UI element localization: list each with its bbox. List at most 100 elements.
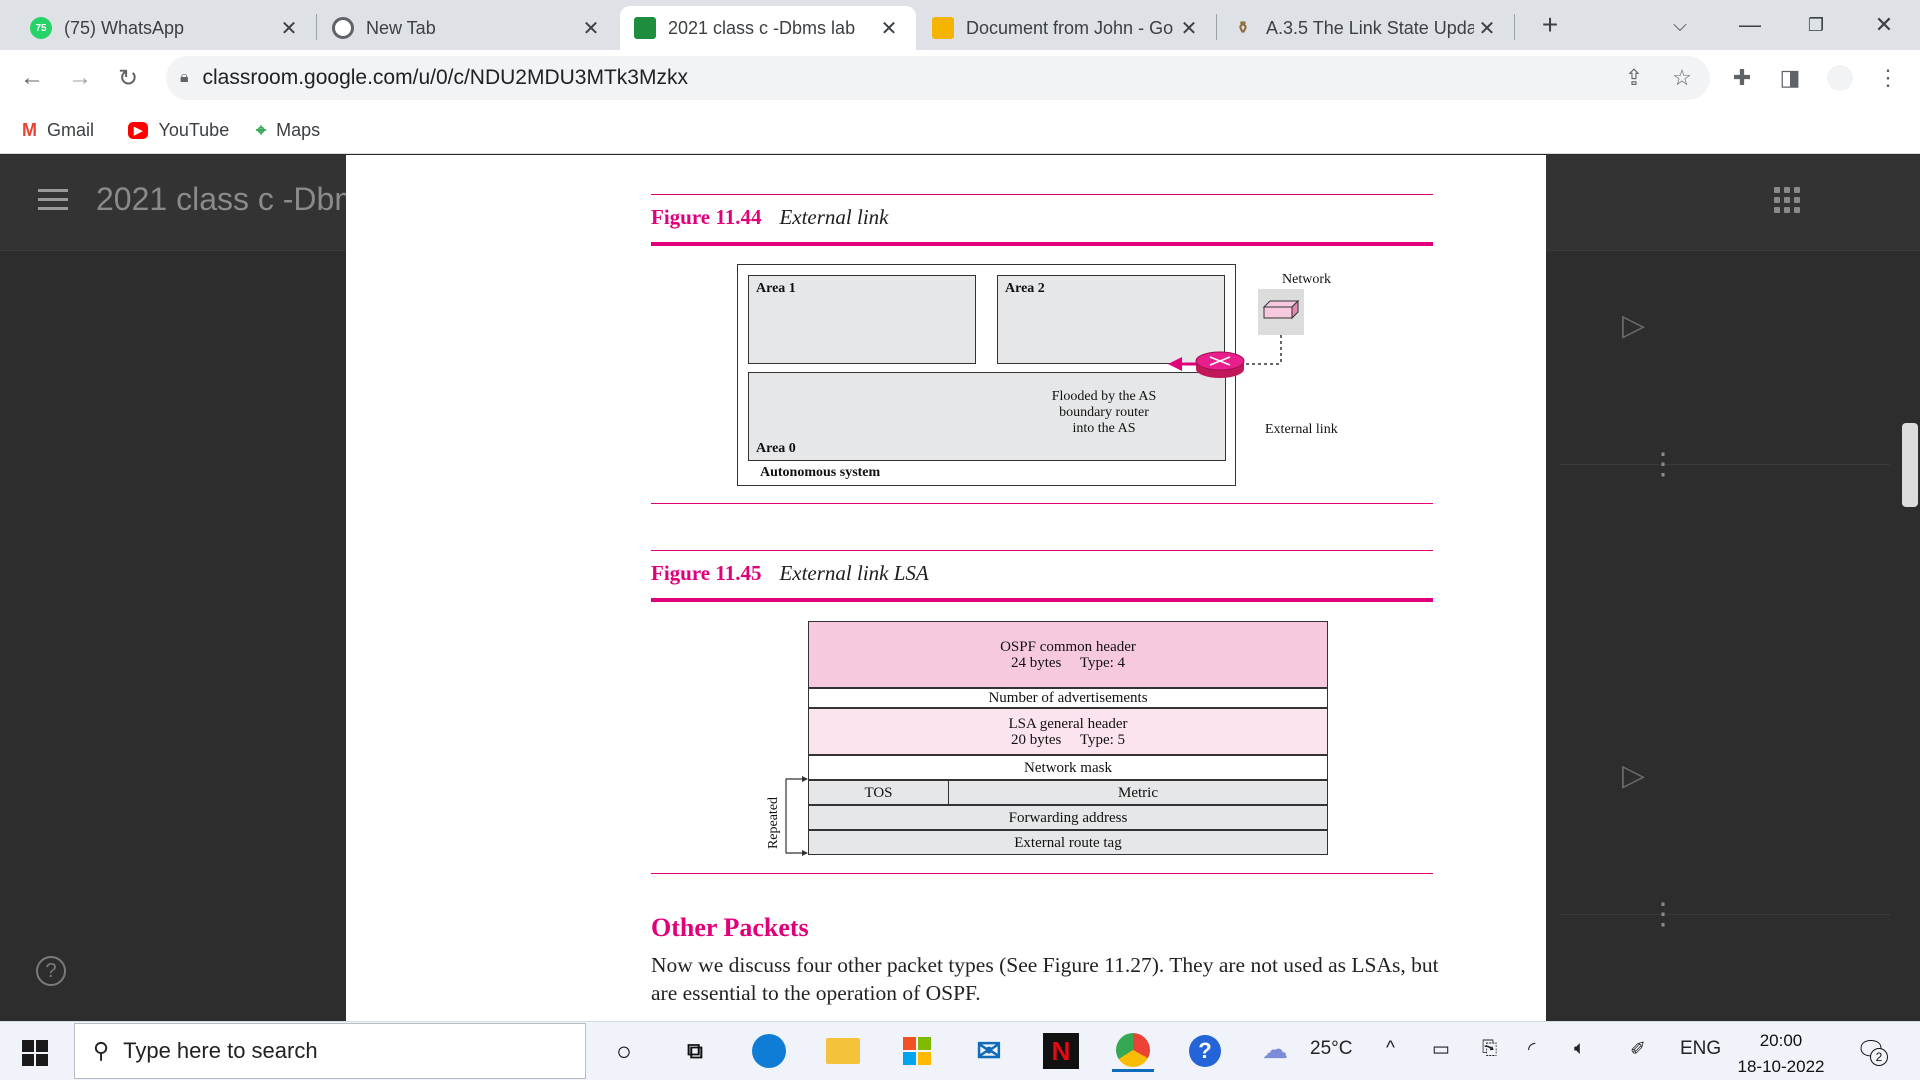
row-text: External route tag <box>1014 834 1122 851</box>
hamburger-menu-icon[interactable] <box>38 189 68 213</box>
bookmark-maps[interactable]: ⌖ Maps <box>256 116 320 144</box>
figure-caption: Figure 11.44 External link <box>651 205 889 230</box>
windows-taskbar: ⚲ Type here to search ○ ⧉ ✉ N ? ☁ 25°C ^… <box>0 1021 1920 1080</box>
tab-strip: 75 (75) WhatsApp ✕ New Tab ✕ 2021 class … <box>0 0 1920 50</box>
volume-icon[interactable]: 🔈︎ <box>1574 1038 1585 1060</box>
bookmark-youtube[interactable]: ▶ YouTube <box>128 116 229 144</box>
router-icon <box>1195 351 1245 378</box>
area-2-label: Area 2 <box>1005 281 1045 296</box>
reload-icon[interactable]: ↻ <box>110 60 146 96</box>
tos-cell: TOS <box>809 781 949 804</box>
gmail-icon: M <box>22 119 37 140</box>
notification-icon[interactable]: 🗨︎2 <box>1856 1036 1888 1066</box>
rule-line <box>651 503 1433 504</box>
flooded-line: into the AS <box>1072 421 1136 436</box>
notification-badge: 2 <box>1870 1048 1888 1066</box>
bookmark-star-icon[interactable]: ☆ <box>1664 60 1700 96</box>
lsa-route-tag: External route tag <box>808 830 1328 855</box>
send-icon[interactable]: ▷ <box>1622 758 1645 793</box>
tray-chevron-icon[interactable]: ^ <box>1386 1038 1395 1060</box>
close-icon[interactable]: ✕ <box>1474 16 1500 41</box>
extensions-icon[interactable]: ✚ <box>1724 60 1760 96</box>
back-arrow-icon[interactable]: ← <box>14 60 50 96</box>
lock-icon: 🔒︎ <box>180 69 189 86</box>
tab-search-icon[interactable]: ⌵ <box>1660 8 1700 42</box>
taskbar-search-box[interactable]: ⚲ Type here to search <box>74 1023 586 1079</box>
scrollbar-thumb[interactable] <box>1902 423 1918 507</box>
row-text: Metric <box>1118 784 1158 801</box>
clock[interactable]: 20:00 18-10-2022 <box>1726 1028 1836 1080</box>
task-view-icon[interactable]: ⧉ <box>674 1030 716 1072</box>
rule-line <box>651 873 1433 874</box>
row-text: OSPF common header <box>1000 638 1136 655</box>
row-text: Network mask <box>1024 759 1112 776</box>
bookmark-gmail[interactable]: M Gmail <box>22 116 94 144</box>
tab-new-tab[interactable]: New Tab ✕ <box>318 6 618 50</box>
tab-whatsapp[interactable]: 75 (75) WhatsApp ✕ <box>16 6 316 50</box>
address-bar[interactable]: 🔒︎ classroom.google.com/u/0/c/NDU2MDU3MT… <box>166 56 1710 100</box>
rule-line <box>651 550 1433 551</box>
tab-classroom[interactable]: 2021 class c -Dbms lab ✕ <box>620 6 916 50</box>
external-link-graphic <box>1168 289 1304 378</box>
tab-link-state[interactable]: ⚱ A.3.5 The Link State Upda ✕ <box>1218 6 1514 50</box>
flooded-line: boundary router <box>1059 405 1149 420</box>
meet-icon[interactable]: ⎘ <box>1482 1038 1497 1060</box>
section-heading: Other Packets <box>651 913 809 942</box>
kebab-menu-icon[interactable]: ⋮ <box>1648 900 1678 930</box>
close-icon[interactable]: ✕ <box>276 16 302 41</box>
file-explorer-icon[interactable] <box>822 1030 864 1072</box>
wifi-icon[interactable]: ◜ <box>1528 1038 1535 1061</box>
share-icon[interactable]: ⇪ <box>1616 60 1652 96</box>
search-placeholder: Type here to search <box>123 1038 318 1063</box>
network-switch-icon <box>1262 299 1300 320</box>
forward-arrow-icon[interactable]: → <box>62 60 98 96</box>
store-icon[interactable] <box>896 1030 938 1072</box>
weather-icon[interactable]: ☁ <box>1262 1034 1288 1065</box>
help-tips-icon[interactable]: ? <box>1184 1030 1226 1072</box>
bookmarks-bar: M Gmail ▶ YouTube ⌖ Maps <box>0 106 1920 154</box>
battery-icon[interactable]: ▭ <box>1432 1038 1450 1061</box>
row-text: 20 bytes Type: 5 <box>1010 731 1126 748</box>
browser-toolbar: ← → ↻ 🔒︎ classroom.google.com/u/0/c/NDU2… <box>0 50 1920 106</box>
close-icon[interactable]: ✕ <box>876 16 902 41</box>
side-panel-icon[interactable]: ◨ <box>1772 60 1808 96</box>
row-text: TOS <box>864 784 893 801</box>
figure-caption: Figure 11.45 External link LSA <box>651 561 929 586</box>
menu-kebab-icon[interactable]: ⋮ <box>1870 60 1906 96</box>
mail-icon[interactable]: ✉ <box>968 1030 1010 1072</box>
close-icon[interactable]: ✕ <box>578 16 604 41</box>
temperature-text[interactable]: 25°C <box>1310 1038 1352 1060</box>
stream-card <box>1560 365 1890 465</box>
language-indicator[interactable]: ENG <box>1680 1038 1721 1060</box>
windows-start-icon[interactable] <box>22 1040 48 1066</box>
document-viewer: Figure 11.44 External link Area 1 Area 2 … <box>346 155 1546 1021</box>
rule-line <box>651 194 1433 195</box>
cortana-icon[interactable]: ○ <box>603 1030 645 1072</box>
lsa-general-header: LSA general header 20 bytes Type: 5 <box>808 708 1328 755</box>
close-window-button[interactable]: ✕ <box>1864 8 1904 42</box>
chrome-taskbar-icon[interactable] <box>1112 1030 1154 1072</box>
lsa-tos-metric: TOS Metric <box>808 780 1328 805</box>
profile-avatar[interactable] <box>1822 60 1858 96</box>
tab-document[interactable]: Document from John - Go ✕ <box>918 6 1216 50</box>
minimize-button[interactable]: — <box>1730 8 1770 42</box>
edge-icon[interactable] <box>748 1030 790 1072</box>
tab-separator <box>1514 14 1515 40</box>
apps-grid-icon[interactable] <box>1774 187 1800 213</box>
send-icon[interactable]: ▷ <box>1622 308 1645 343</box>
rule-line <box>651 598 1433 602</box>
figure-number: Figure 11.45 <box>651 561 762 585</box>
new-tab-button[interactable]: + <box>1530 8 1570 42</box>
youtube-icon: ▶ <box>128 121 149 139</box>
tab-separator <box>1216 14 1217 40</box>
flooded-label: Flooded by the AS boundary router into t… <box>1039 389 1169 437</box>
netflix-icon[interactable]: N <box>1040 1030 1082 1072</box>
close-icon[interactable]: ✕ <box>1176 16 1202 41</box>
pen-icon[interactable]: ✐ <box>1630 1038 1646 1061</box>
kebab-menu-icon[interactable]: ⋮ <box>1648 450 1678 480</box>
restore-button[interactable]: ❐ <box>1796 8 1836 42</box>
whatsapp-icon: 75 <box>30 17 52 39</box>
book-icon: ⚱ <box>1236 20 1250 37</box>
url-text: classroom.google.com/u/0/c/NDU2MDU3MTk3M… <box>202 66 688 89</box>
help-icon[interactable]: ? <box>36 956 66 986</box>
